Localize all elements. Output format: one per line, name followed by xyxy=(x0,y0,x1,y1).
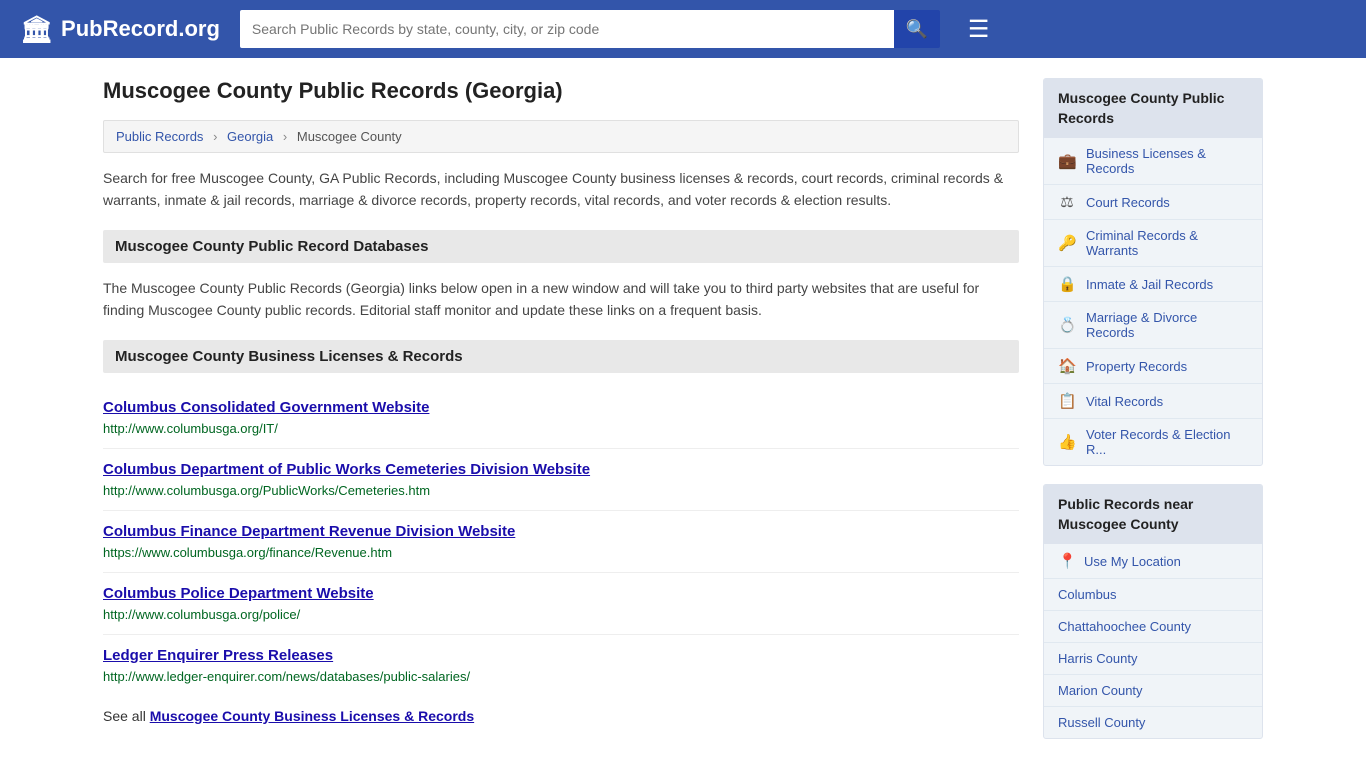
sidebar-item-business[interactable]: 💼 Business Licenses & Records xyxy=(1044,138,1262,185)
key-icon: 🔑 xyxy=(1058,234,1076,252)
location-pin-icon: 📍 xyxy=(1058,552,1076,570)
nearby-item-chattahoochee[interactable]: Chattahoochee County xyxy=(1044,611,1262,643)
record-entry: Columbus Police Department Website http:… xyxy=(103,573,1019,635)
see-all-text: See all xyxy=(103,708,150,724)
sidebar: Muscogee County Public Records 💼 Busines… xyxy=(1043,78,1263,757)
record-title[interactable]: Columbus Finance Department Revenue Divi… xyxy=(103,523,515,540)
use-location-item[interactable]: 📍 Use My Location xyxy=(1044,544,1262,579)
page-wrapper: Muscogee County Public Records (Georgia)… xyxy=(83,58,1283,777)
menu-button[interactable]: ☰ xyxy=(960,11,998,48)
databases-section-header: Muscogee County Public Record Databases xyxy=(103,230,1019,263)
business-section-header: Muscogee County Business Licenses & Reco… xyxy=(103,340,1019,373)
sidebar-nearby-box: Public Records near Muscogee County 📍 Us… xyxy=(1043,484,1263,739)
sidebar-item-court[interactable]: ⚖ Court Records xyxy=(1044,185,1262,220)
page-description: Search for free Muscogee County, GA Publ… xyxy=(103,167,1019,212)
breadcrumb-sep-1: › xyxy=(213,129,217,144)
sidebar-item-marriage[interactable]: 💍 Marriage & Divorce Records xyxy=(1044,302,1262,349)
house-icon: 🏠 xyxy=(1058,357,1076,375)
site-header: 🏛 PubRecord.org 🔍 ☰ xyxy=(0,0,1366,58)
sidebar-item-vital[interactable]: 📋 Vital Records xyxy=(1044,384,1262,419)
nearby-item-columbus[interactable]: Columbus xyxy=(1044,579,1262,611)
clipboard-icon: 📋 xyxy=(1058,392,1076,410)
main-content: Muscogee County Public Records (Georgia)… xyxy=(103,78,1019,757)
sidebar-item-label: Marriage & Divorce Records xyxy=(1086,310,1248,340)
databases-description: The Muscogee County Public Records (Geor… xyxy=(103,277,1019,322)
site-logo[interactable]: 🏛 PubRecord.org xyxy=(20,14,220,45)
scales-icon: ⚖ xyxy=(1058,193,1076,211)
sidebar-item-label: Business Licenses & Records xyxy=(1086,146,1248,176)
record-url: https://www.columbusga.org/finance/Reven… xyxy=(103,545,392,560)
record-title[interactable]: Columbus Consolidated Government Website xyxy=(103,399,429,416)
sidebar-public-records-title: Muscogee County Public Records xyxy=(1044,79,1262,138)
record-url: http://www.columbusga.org/police/ xyxy=(103,607,300,622)
record-entry: Columbus Finance Department Revenue Divi… xyxy=(103,511,1019,573)
sidebar-item-inmate[interactable]: 🔒 Inmate & Jail Records xyxy=(1044,267,1262,302)
search-button[interactable]: 🔍 xyxy=(894,10,940,48)
nearby-item-marion[interactable]: Marion County xyxy=(1044,675,1262,707)
nearby-item-russell[interactable]: Russell County xyxy=(1044,707,1262,738)
see-all-section: See all Muscogee County Business License… xyxy=(103,708,1019,724)
record-url: http://www.columbusga.org/IT/ xyxy=(103,421,278,436)
breadcrumb-link-georgia[interactable]: Georgia xyxy=(227,129,273,144)
menu-icon: ☰ xyxy=(968,16,990,43)
breadcrumb-link-public-records[interactable]: Public Records xyxy=(116,129,203,144)
sidebar-item-voter[interactable]: 👍 Voter Records & Election R... xyxy=(1044,419,1262,465)
sidebar-item-criminal[interactable]: 🔑 Criminal Records & Warrants xyxy=(1044,220,1262,267)
logo-text: PubRecord.org xyxy=(61,16,220,42)
briefcase-icon: 💼 xyxy=(1058,152,1076,170)
sidebar-item-label: Criminal Records & Warrants xyxy=(1086,228,1248,258)
sidebar-public-records-box: Muscogee County Public Records 💼 Busines… xyxy=(1043,78,1263,466)
sidebar-item-label: Voter Records & Election R... xyxy=(1086,427,1248,457)
breadcrumb-sep-2: › xyxy=(283,129,287,144)
search-input[interactable] xyxy=(240,10,894,48)
sidebar-nearby-title: Public Records near Muscogee County xyxy=(1044,485,1262,544)
search-icon: 🔍 xyxy=(906,19,928,39)
breadcrumb-current: Muscogee County xyxy=(297,129,402,144)
record-entry: Columbus Consolidated Government Website… xyxy=(103,387,1019,449)
record-url: http://www.ledger-enquirer.com/news/data… xyxy=(103,669,470,684)
business-records-list: Columbus Consolidated Government Website… xyxy=(103,387,1019,696)
record-title[interactable]: Columbus Department of Public Works Ceme… xyxy=(103,461,590,478)
search-bar: 🔍 xyxy=(240,10,940,48)
see-all-link[interactable]: Muscogee County Business Licenses & Reco… xyxy=(150,708,474,724)
sidebar-item-label: Inmate & Jail Records xyxy=(1086,277,1213,292)
sidebar-item-property[interactable]: 🏠 Property Records xyxy=(1044,349,1262,384)
sidebar-item-label: Vital Records xyxy=(1086,394,1163,409)
logo-icon: 🏛 xyxy=(20,14,53,45)
record-entry: Columbus Department of Public Works Ceme… xyxy=(103,449,1019,511)
use-location-label: Use My Location xyxy=(1084,554,1181,569)
record-entry: Ledger Enquirer Press Releases http://ww… xyxy=(103,635,1019,696)
thumbs-up-icon: 👍 xyxy=(1058,433,1076,451)
nearby-item-harris[interactable]: Harris County xyxy=(1044,643,1262,675)
lock-icon: 🔒 xyxy=(1058,275,1076,293)
page-title: Muscogee County Public Records (Georgia) xyxy=(103,78,1019,104)
record-url: http://www.columbusga.org/PublicWorks/Ce… xyxy=(103,483,430,498)
ring-icon: 💍 xyxy=(1058,316,1076,334)
sidebar-item-label: Court Records xyxy=(1086,195,1170,210)
record-title[interactable]: Columbus Police Department Website xyxy=(103,585,374,602)
sidebar-item-label: Property Records xyxy=(1086,359,1187,374)
record-title[interactable]: Ledger Enquirer Press Releases xyxy=(103,647,333,664)
breadcrumb: Public Records › Georgia › Muscogee Coun… xyxy=(103,120,1019,153)
